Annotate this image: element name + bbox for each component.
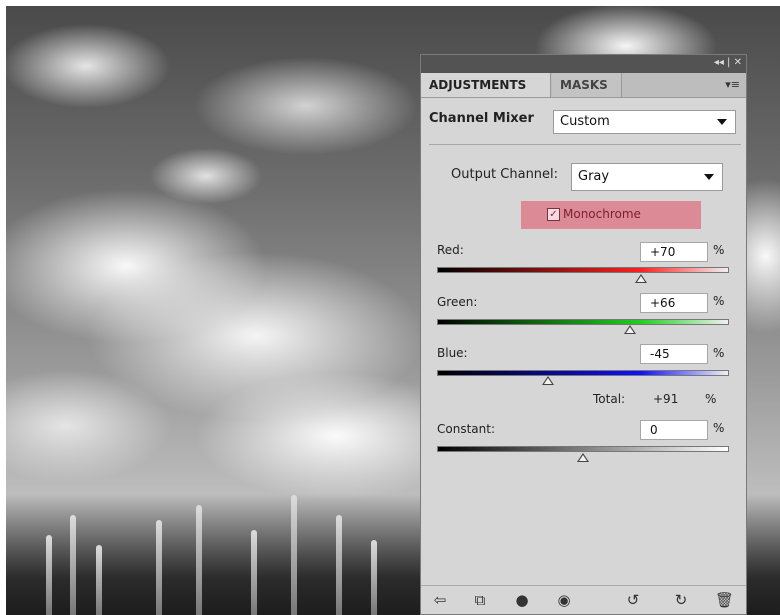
total-unit: %	[705, 392, 717, 406]
tree	[251, 530, 257, 615]
tree	[46, 535, 52, 615]
output-channel-label: Output Channel:	[451, 167, 559, 182]
tree	[196, 505, 202, 615]
green-unit: %	[713, 294, 725, 308]
total-label: Total:	[593, 392, 626, 406]
green-slider-track[interactable]	[437, 319, 729, 325]
divider	[429, 144, 741, 145]
constant-label: Constant:	[437, 422, 495, 436]
layer-visibility-icon[interactable]: ●	[513, 591, 531, 609]
chevron-down-icon	[717, 119, 727, 125]
trash-icon[interactable]: 🗑	[715, 591, 734, 609]
monochrome-checkbox-highlight[interactable]: ✓ Monochrome	[521, 201, 701, 229]
tree	[371, 540, 377, 615]
green-label: Green:	[437, 295, 478, 309]
red-value-field[interactable]: +70	[640, 242, 708, 262]
blue-unit: %	[713, 346, 725, 360]
tree	[156, 520, 162, 615]
output-channel-value: Gray	[578, 169, 610, 184]
constant-slider-track[interactable]	[437, 446, 729, 452]
panel-tabs: ADJUSTMENTS MASKS ▾≡	[421, 73, 746, 98]
panel-bottom-toolbar: ⇦ ⧉ ● ◉ ↺ ↻ 🗑	[421, 585, 746, 614]
green-value-field[interactable]: +66	[640, 293, 708, 313]
blue-label: Blue:	[437, 346, 468, 360]
back-arrow-icon[interactable]: ⇦	[431, 591, 449, 609]
reset-previous-icon[interactable]: ↺	[624, 591, 642, 609]
preset-select[interactable]: Custom	[553, 110, 736, 134]
chevron-down-icon	[704, 174, 714, 180]
tree	[70, 515, 76, 615]
red-unit: %	[713, 243, 725, 257]
output-channel-select[interactable]: Gray	[571, 163, 723, 191]
red-slider-track[interactable]	[437, 267, 729, 273]
panel-window-controls[interactable]: ◂◂ | ✕	[714, 57, 742, 68]
green-slider-thumb[interactable]	[623, 325, 636, 334]
blue-slider-thumb[interactable]	[541, 376, 554, 385]
red-label: Red:	[437, 243, 464, 257]
eye-icon[interactable]: ◉	[555, 591, 573, 609]
tab-masks[interactable]: MASKS	[552, 73, 622, 97]
blue-value-field[interactable]: -45	[640, 344, 708, 364]
monochrome-label: Monochrome	[563, 207, 641, 221]
panel-menu-icon[interactable]: ▾≡	[725, 78, 740, 91]
checkbox-checked-icon[interactable]: ✓	[547, 208, 560, 221]
preset-value: Custom	[560, 114, 610, 129]
constant-slider-thumb[interactable]	[577, 453, 589, 462]
constant-value-field[interactable]: 0	[640, 420, 708, 440]
tab-adjustments[interactable]: ADJUSTMENTS	[421, 73, 551, 97]
total-value: +91	[653, 392, 679, 406]
red-slider-thumb[interactable]	[635, 274, 648, 283]
panel-title: Channel Mixer	[429, 111, 534, 126]
panel-titlebar[interactable]: ◂◂ | ✕	[421, 55, 746, 73]
constant-unit: %	[713, 421, 725, 435]
tree	[291, 495, 297, 615]
reset-icon[interactable]: ↻	[672, 591, 690, 609]
adjustments-panel: ◂◂ | ✕ ADJUSTMENTS MASKS ▾≡ Channel Mixe…	[420, 54, 747, 615]
tree	[336, 515, 342, 615]
blue-slider-track[interactable]	[437, 370, 729, 376]
tree	[96, 545, 102, 615]
clip-to-layer-icon[interactable]: ⧉	[471, 591, 489, 609]
